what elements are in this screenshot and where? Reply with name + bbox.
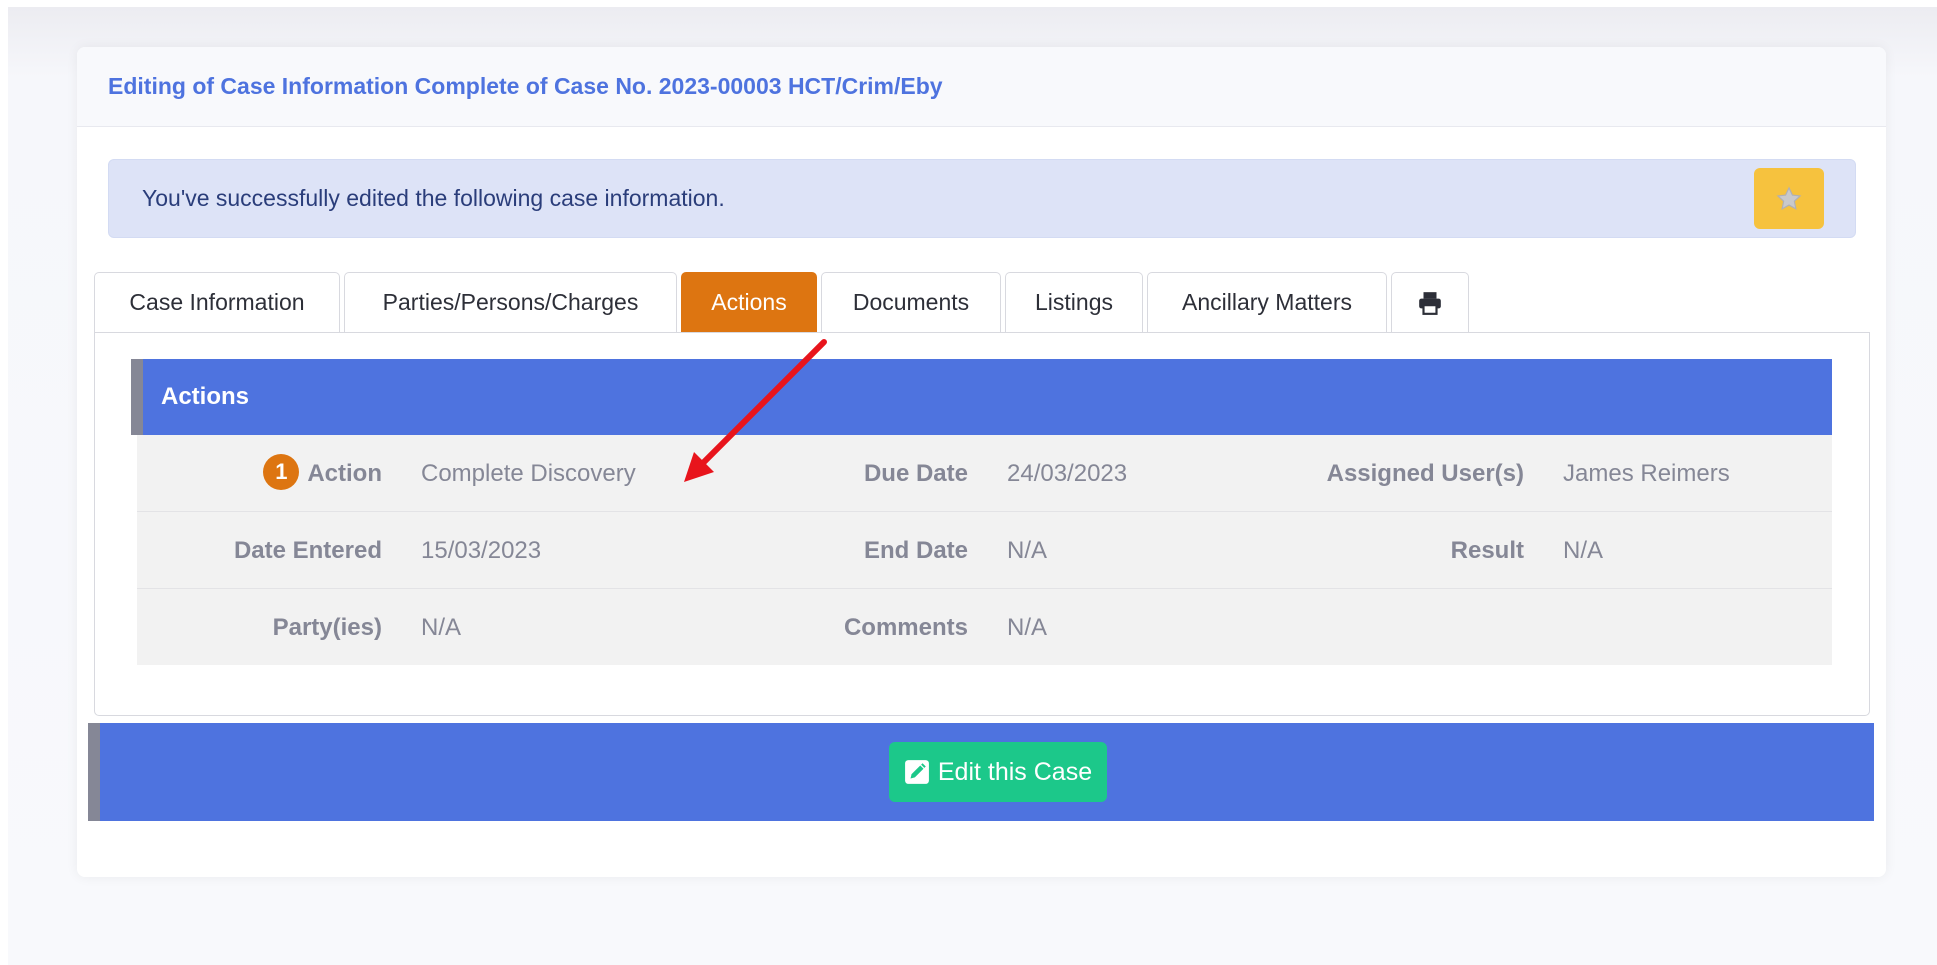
star-icon	[1776, 186, 1802, 210]
star-button[interactable]	[1754, 168, 1824, 229]
result-label: Result	[1450, 537, 1524, 564]
assigned-users-value: James Reimers	[1563, 460, 1730, 487]
action-row-1: 1 Action Complete Discovery Due Date 24/0…	[137, 435, 1832, 512]
action-details: 1 Action Complete Discovery Due Date 24/0…	[137, 435, 1832, 665]
end-date-value: N/A	[1007, 537, 1048, 564]
edit-case-button[interactable]: Edit this Case	[889, 742, 1107, 802]
tab-actions[interactable]: Actions	[681, 272, 817, 332]
parties-label: Party(ies)	[272, 614, 382, 641]
tab-documents[interactable]: Documents	[821, 272, 1001, 332]
action-label: 1 Action	[137, 435, 382, 512]
card-header: Editing of Case Information Complete of …	[77, 47, 1886, 127]
due-date-value: 24/03/2023	[1007, 460, 1128, 487]
section-title: Actions	[161, 383, 250, 410]
date-entered-label: Date Entered	[233, 537, 382, 564]
actions-panel: Actions 1 Action Complete Discovery Due D…	[94, 332, 1870, 716]
edit-icon	[904, 760, 929, 784]
tab-listings[interactable]: Listings	[1005, 272, 1143, 332]
case-tabs: Case Information Parties/Persons/Charges…	[94, 272, 1469, 332]
alert-message: You've successfully edited the following…	[142, 185, 725, 211]
action-number-badge: 1	[263, 453, 300, 490]
edit-case-label: Edit this Case	[937, 757, 1093, 786]
footer-bar: Edit this Case	[88, 723, 1874, 821]
case-card: Editing of Case Information Complete of …	[77, 47, 1886, 877]
end-date-label: End Date	[863, 537, 968, 564]
result-value: N/A	[1563, 537, 1604, 564]
tab-ancillary-matters[interactable]: Ancillary Matters	[1147, 272, 1387, 332]
due-date-label: Due Date	[863, 460, 968, 487]
assigned-users-label: Assigned User(s)	[1326, 460, 1524, 487]
comments-label: Comments	[843, 614, 968, 641]
tab-case-information[interactable]: Case Information	[94, 272, 340, 332]
comments-value: N/A	[1007, 614, 1048, 641]
action-row-2: Date Entered 15/03/2023 End Date N/A Res…	[137, 512, 1832, 589]
tab-parties-persons-charges[interactable]: Parties/Persons/Charges	[344, 272, 677, 332]
date-entered-value: 15/03/2023	[421, 537, 542, 564]
parties-value: N/A	[421, 614, 462, 641]
page-title: Editing of Case Information Complete of …	[108, 73, 943, 99]
actions-section-header: Actions	[131, 359, 1832, 435]
success-alert: You've successfully edited the following…	[108, 159, 1856, 238]
action-row-3: Party(ies) N/A Comments N/A	[137, 589, 1832, 666]
action-value: Complete Discovery	[421, 460, 636, 487]
tab-print[interactable]	[1391, 272, 1469, 332]
print-icon	[1419, 291, 1441, 315]
